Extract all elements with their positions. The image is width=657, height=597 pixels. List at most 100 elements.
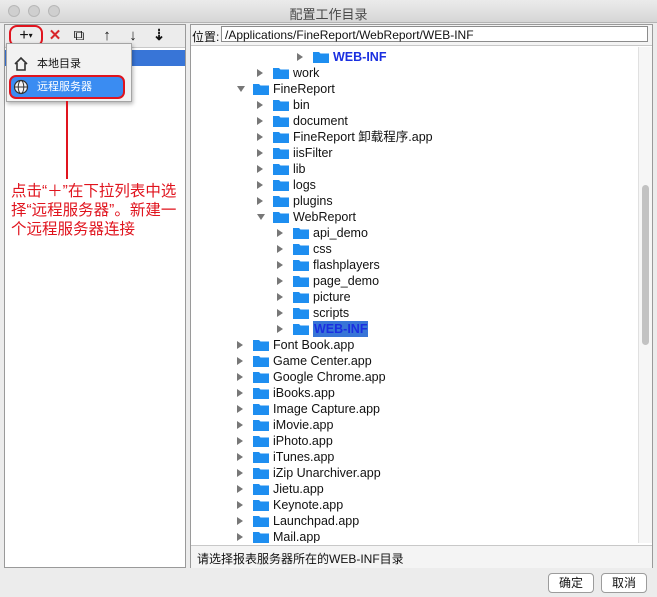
tree-row-label: Launchpad.app xyxy=(273,514,360,528)
collapse-arrow-icon[interactable] xyxy=(237,357,243,365)
tree-row[interactable]: iBooks.app xyxy=(191,385,637,401)
tree-row[interactable]: Font Book.app xyxy=(191,337,637,353)
plus-icon: + xyxy=(19,27,29,45)
vertical-scrollbar[interactable] xyxy=(638,47,652,543)
folder-icon xyxy=(253,420,269,431)
collapse-arrow-icon[interactable] xyxy=(277,229,283,237)
tree-row-label: picture xyxy=(313,290,351,304)
folder-icon xyxy=(273,196,289,207)
tree-row-label: page_demo xyxy=(313,274,380,288)
tree-row[interactable]: picture xyxy=(191,289,637,305)
tree-row[interactable]: bin xyxy=(191,97,637,113)
tree-row[interactable]: FineReport xyxy=(191,81,637,97)
collapse-arrow-icon[interactable] xyxy=(277,309,283,317)
chevron-down-icon: ▾ xyxy=(28,31,33,40)
tree-row-label: FineReport xyxy=(273,82,335,96)
tree-row[interactable]: Keynote.app xyxy=(191,497,637,513)
ok-button[interactable]: 确定 xyxy=(548,573,595,593)
tree-row[interactable]: api_demo xyxy=(191,225,637,241)
collapse-arrow-icon[interactable] xyxy=(277,245,283,253)
collapse-arrow-icon[interactable] xyxy=(277,293,283,301)
tree-row[interactable]: WebReport xyxy=(191,209,637,225)
collapse-arrow-icon[interactable] xyxy=(257,69,263,77)
tree-row[interactable]: Google Chrome.app xyxy=(191,369,637,385)
tree-row-label: plugins xyxy=(293,194,333,208)
collapse-arrow-icon[interactable] xyxy=(237,341,243,349)
add-dropdown-menu: 本地目录 远程服务器 xyxy=(6,43,132,102)
collapse-arrow-icon[interactable] xyxy=(237,469,243,477)
tree-row[interactable]: iMovie.app xyxy=(191,417,637,433)
tree-row[interactable]: Game Center.app xyxy=(191,353,637,369)
annotation-text: 点击“＋”在下拉列表中选择“远程服务器”。新建一个远程服务器连接 xyxy=(11,183,177,238)
folder-icon xyxy=(273,116,289,127)
collapse-arrow-icon[interactable] xyxy=(237,485,243,493)
tree-row[interactable]: document xyxy=(191,113,637,129)
collapse-arrow-icon[interactable] xyxy=(297,53,303,61)
collapse-arrow-icon[interactable] xyxy=(257,181,263,189)
tree-row[interactable]: plugins xyxy=(191,193,637,209)
location-input[interactable]: /Applications/FineReport/WebReport/WEB-I… xyxy=(221,26,648,42)
tree-row[interactable]: iPhoto.app xyxy=(191,433,637,449)
tree-row-label: iMovie.app xyxy=(273,418,334,432)
tree-row[interactable]: page_demo xyxy=(191,273,637,289)
collapse-arrow-icon[interactable] xyxy=(237,517,243,525)
folder-icon xyxy=(253,356,269,367)
tree-row[interactable]: WEB-INF xyxy=(191,321,637,337)
folder-icon xyxy=(253,436,269,447)
tree-row[interactable]: iZip Unarchiver.app xyxy=(191,465,637,481)
folder-icon xyxy=(253,532,269,543)
tree-row[interactable]: Launchpad.app xyxy=(191,513,637,529)
tree-row[interactable]: Mail.app xyxy=(191,529,637,543)
menu-item-remote-server[interactable]: 远程服务器 xyxy=(9,75,125,99)
expand-arrow-icon[interactable] xyxy=(237,86,245,92)
collapse-arrow-icon[interactable] xyxy=(257,197,263,205)
tree-row[interactable]: flashplayers xyxy=(191,257,637,273)
folder-icon xyxy=(273,180,289,191)
collapse-arrow-icon[interactable] xyxy=(237,389,243,397)
tree-row-label: Image Capture.app xyxy=(273,402,381,416)
folder-icon xyxy=(253,516,269,527)
folder-icon xyxy=(253,372,269,383)
collapse-arrow-icon[interactable] xyxy=(237,421,243,429)
tree-row[interactable]: iisFilter xyxy=(191,145,637,161)
expand-arrow-icon[interactable] xyxy=(257,214,265,220)
collapse-arrow-icon[interactable] xyxy=(277,261,283,269)
tree-row[interactable]: work xyxy=(191,65,637,81)
scrollbar-thumb[interactable] xyxy=(642,185,649,345)
tree-row-label: iZip Unarchiver.app xyxy=(273,466,381,480)
menu-item-label: 本地目录 xyxy=(37,58,81,70)
collapse-arrow-icon[interactable] xyxy=(257,133,263,141)
collapse-arrow-icon[interactable] xyxy=(277,325,283,333)
tree-row-label: iBooks.app xyxy=(273,386,335,400)
menu-item-local-directory[interactable]: 本地目录 xyxy=(11,54,123,74)
tree-row-label: WEB-INF xyxy=(313,321,369,337)
tree-row[interactable]: lib xyxy=(191,161,637,177)
collapse-arrow-icon[interactable] xyxy=(277,277,283,285)
collapse-arrow-icon[interactable] xyxy=(257,117,263,125)
collapse-arrow-icon[interactable] xyxy=(237,437,243,445)
collapse-arrow-icon[interactable] xyxy=(237,373,243,381)
tree-row[interactable]: iTunes.app xyxy=(191,449,637,465)
tree-row[interactable]: Jietu.app xyxy=(191,481,637,497)
folder-icon xyxy=(293,276,309,287)
cancel-button[interactable]: 取消 xyxy=(601,573,648,593)
tree-row[interactable]: Image Capture.app xyxy=(191,401,637,417)
tree-row[interactable]: WEB-INF xyxy=(191,49,637,65)
sort-button[interactable]: ⇣ xyxy=(149,26,169,46)
collapse-arrow-icon[interactable] xyxy=(237,501,243,509)
collapse-arrow-icon[interactable] xyxy=(237,453,243,461)
status-text: 请选择报表服务器所在的WEB-INF目录 xyxy=(197,552,404,566)
tree-row-label: scripts xyxy=(313,306,350,320)
collapse-arrow-icon[interactable] xyxy=(237,533,243,541)
collapse-arrow-icon[interactable] xyxy=(237,405,243,413)
tree-row-label: Game Center.app xyxy=(273,354,372,368)
tree-row[interactable]: scripts xyxy=(191,305,637,321)
collapse-arrow-icon[interactable] xyxy=(257,149,263,157)
annotation-pointer-line xyxy=(66,101,68,179)
tree-row[interactable]: FineReport 卸载程序.app xyxy=(191,129,637,145)
tree-row-label: WebReport xyxy=(293,210,356,224)
tree-row[interactable]: css xyxy=(191,241,637,257)
tree-row[interactable]: logs xyxy=(191,177,637,193)
collapse-arrow-icon[interactable] xyxy=(257,101,263,109)
collapse-arrow-icon[interactable] xyxy=(257,165,263,173)
